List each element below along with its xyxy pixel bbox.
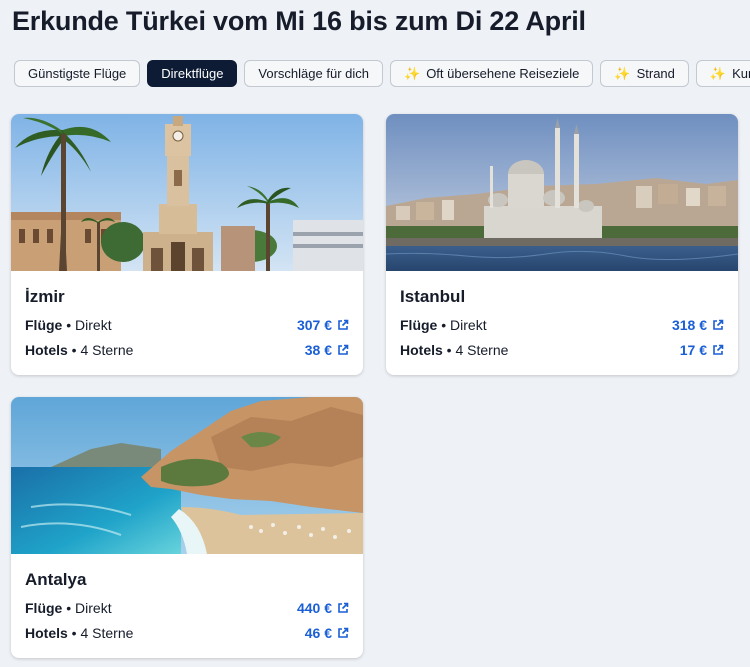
separator: •	[67, 625, 81, 641]
card-city-name: İzmir	[25, 287, 65, 306]
flights-row: Flüge • Direkt 318 €	[400, 315, 724, 335]
hotel-price: 46 €	[304, 625, 332, 641]
hotels-row: Hotels • 4 Sterne 17 €	[400, 340, 724, 360]
flight-price: 318 €	[671, 317, 707, 333]
destination-card-istanbul[interactable]: Istanbul Flüge • Direkt 318 € Hotels • 4…	[386, 114, 738, 375]
hotel-price: 17 €	[679, 342, 707, 358]
flights-detail: Direkt	[75, 317, 112, 333]
hotel-price-link[interactable]: 17 €	[680, 342, 724, 358]
flights-label: Flüge	[25, 317, 63, 333]
filter-chip-bar: Günstigste Flüge Direktflüge Vorschläge …	[14, 60, 750, 87]
separator: •	[437, 317, 451, 333]
hotels-label: Hotels	[25, 342, 68, 358]
external-link-icon	[338, 602, 349, 613]
separator: •	[442, 342, 456, 358]
hotels-info: Hotels • 4 Sterne	[25, 625, 133, 641]
hotel-price-link[interactable]: 46 €	[305, 625, 349, 641]
external-link-icon	[713, 344, 724, 355]
flights-info: Flüge • Direkt	[25, 317, 112, 333]
card-city-name: Antalya	[25, 570, 87, 589]
antalya-beach-cliff-photo	[11, 397, 363, 554]
flights-detail: Direkt	[75, 600, 112, 616]
card-city-name: Istanbul	[400, 287, 466, 306]
flight-price: 307 €	[296, 317, 332, 333]
istanbul-mosque-skyline-photo	[386, 114, 738, 271]
izmir-clock-tower-photo	[11, 114, 363, 271]
chip-label: Oft übersehene Reiseziele	[426, 66, 580, 81]
sparkle-icon: ✨	[709, 65, 727, 81]
sparkle-icon: ✨	[614, 65, 631, 81]
hotel-price: 38 €	[304, 342, 332, 358]
destination-card-antalya[interactable]: Antalya Flüge • Direkt 440 € Hotels • 4 …	[11, 397, 363, 658]
chip-label: Vorschläge für dich	[258, 66, 369, 81]
hotels-label: Hotels	[25, 625, 68, 641]
sparkle-icon: ✨	[404, 65, 421, 81]
hotels-detail: 4 Sterne	[455, 342, 509, 358]
flight-price: 440 €	[296, 600, 332, 616]
chip-cheapest-flights[interactable]: Günstigste Flüge	[14, 60, 141, 87]
separator: •	[67, 342, 81, 358]
external-link-icon	[338, 344, 349, 355]
separator: •	[62, 317, 76, 333]
hotels-detail: 4 Sterne	[80, 625, 134, 641]
flights-detail: Direkt	[450, 317, 487, 333]
external-link-icon	[338, 319, 349, 330]
flight-price-link[interactable]: 307 €	[297, 317, 349, 333]
flights-label: Flüge	[25, 600, 63, 616]
chip-label: Kunst	[732, 66, 750, 81]
chip-overlooked-destinations[interactable]: ✨ Oft übersehene Reiseziele	[390, 60, 594, 87]
chip-beach[interactable]: ✨ Strand	[600, 60, 689, 87]
hotels-info: Hotels • 4 Sterne	[400, 342, 508, 358]
chip-label: Günstigste Flüge	[28, 66, 127, 81]
flights-info: Flüge • Direkt	[400, 317, 487, 333]
flight-price-link[interactable]: 440 €	[297, 600, 349, 616]
external-link-icon	[338, 627, 349, 638]
flights-label: Flüge	[400, 317, 438, 333]
chip-label: Direktflüge	[161, 66, 224, 81]
hotels-info: Hotels • 4 Sterne	[25, 342, 133, 358]
hotel-price-link[interactable]: 38 €	[305, 342, 349, 358]
hotels-detail: 4 Sterne	[80, 342, 134, 358]
external-link-icon	[713, 319, 724, 330]
chip-art[interactable]: ✨ Kunst	[695, 60, 750, 87]
flights-info: Flüge • Direkt	[25, 600, 112, 616]
destination-card-izmir[interactable]: İzmir Flüge • Direkt 307 € Hotels • 4 St…	[11, 114, 363, 375]
flights-row: Flüge • Direkt 307 €	[25, 315, 349, 335]
flight-price-link[interactable]: 318 €	[672, 317, 724, 333]
chip-direct-flights[interactable]: Direktflüge	[147, 60, 238, 87]
hotels-row: Hotels • 4 Sterne 46 €	[25, 623, 349, 643]
page-title: Erkunde Türkei vom Mi 16 bis zum Di 22 A…	[12, 6, 586, 36]
chip-suggestions-for-you[interactable]: Vorschläge für dich	[244, 60, 383, 87]
hotels-label: Hotels	[400, 342, 443, 358]
chip-label: Strand	[636, 66, 675, 81]
flights-row: Flüge • Direkt 440 €	[25, 598, 349, 618]
separator: •	[62, 600, 76, 616]
hotels-row: Hotels • 4 Sterne 38 €	[25, 340, 349, 360]
